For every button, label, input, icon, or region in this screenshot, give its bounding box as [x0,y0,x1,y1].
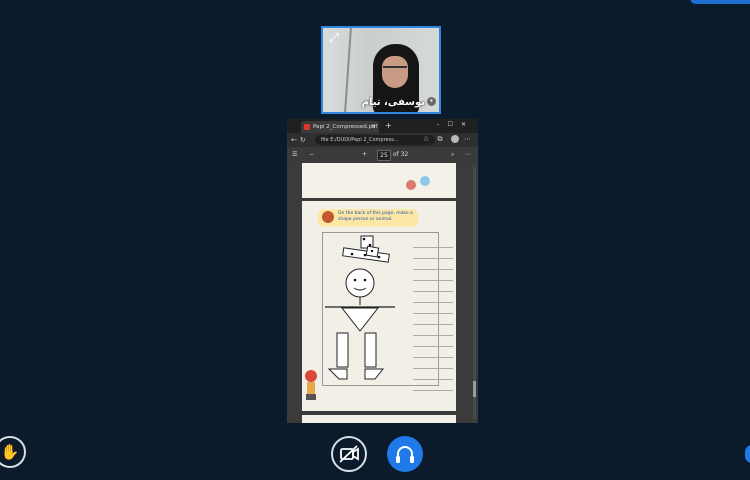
zoom-in-icon[interactable]: + [362,151,367,158]
instruction-bubble: On the back of this page, make a shape p… [318,209,418,227]
head-circle [345,268,375,298]
pdf-previous-page [302,163,456,198]
tab-title: Pepi 2_Compressed.pdf [313,124,378,130]
side-panel-toggle[interactable] [745,445,750,463]
pdf-scroll-thumb[interactable] [473,381,476,397]
dice-square [360,235,374,249]
navigation-icons[interactable]: ←↻ [291,136,309,144]
camera-off-icon [339,445,359,463]
audio-button[interactable] [387,436,423,472]
character-icon [322,211,334,223]
tab-close-icon[interactable]: ✕ [371,121,376,133]
profile-avatar[interactable] [450,135,459,143]
clown-illustration [305,370,317,400]
participant-glasses [383,66,407,74]
top-right-control[interactable] [690,0,750,4]
hand-icon: ✋ [0,443,20,461]
body-triangle [340,307,380,332]
right-leg-rectangle [364,332,377,368]
pdf-current-page: On the back of this page, make a shape p… [302,201,456,411]
search-icon[interactable]: ⌕ [451,151,454,159]
browser-tab[interactable]: Pepi 2_Compressed.pdf ✕ [301,121,379,133]
pdf-file-icon [304,124,310,130]
bird-illustration [406,180,416,190]
balloon-illustration [420,176,430,186]
instruction-text: On the back of this page, make a shape p… [338,211,413,222]
browser-tab-bar: Pepi 2_Compressed.pdf ✕ + –☐✕ [287,119,478,133]
mic-status-icon: • [427,97,436,106]
page-number-input[interactable]: 25 [377,150,391,161]
address-bar-actions[interactable]: ☆ ⧉ ⋯ [423,135,474,144]
right-foot-trapezoid [364,368,385,380]
shape-labels-column [413,237,453,391]
raise-hand-button[interactable]: ✋ [0,436,26,468]
page-total: of 32 [393,151,409,158]
url-field[interactable]: file E:/DUDI/Pepi 2_Compress... [315,135,435,145]
camera-toggle-button[interactable] [331,436,367,472]
participant-name: یوسفی، تیام [361,97,425,108]
left-foot-trapezoid [327,368,348,380]
new-tab-icon[interactable]: + [385,121,392,130]
shape-person-drawing [322,232,453,391]
headphones-icon [396,446,414,463]
expand-icon[interactable]: ⤢ [326,31,342,47]
zoom-out-icon[interactable]: − [309,151,314,158]
more-icon[interactable]: ⋯ [465,151,471,158]
address-bar: ←↻ file E:/DUDI/Pepi 2_Compress... ☆ ⧉ ⋯ [287,133,478,147]
contents-icon[interactable]: ☰ [292,151,297,158]
participant-video-tile[interactable]: ⤢ یوسفی، تیام • [321,26,441,114]
pdf-next-page [302,415,456,423]
pdf-viewport[interactable]: On the back of this page, make a shape p… [287,163,478,423]
shared-screen-window[interactable]: Pepi 2_Compressed.pdf ✕ + –☐✕ ←↻ file E:… [287,119,478,423]
pdf-toolbar: ☰ − + 25 of 32 ⌕ ⋯ [287,147,478,163]
window-controls[interactable]: –☐✕ [437,121,474,128]
left-leg-rectangle [336,332,349,368]
